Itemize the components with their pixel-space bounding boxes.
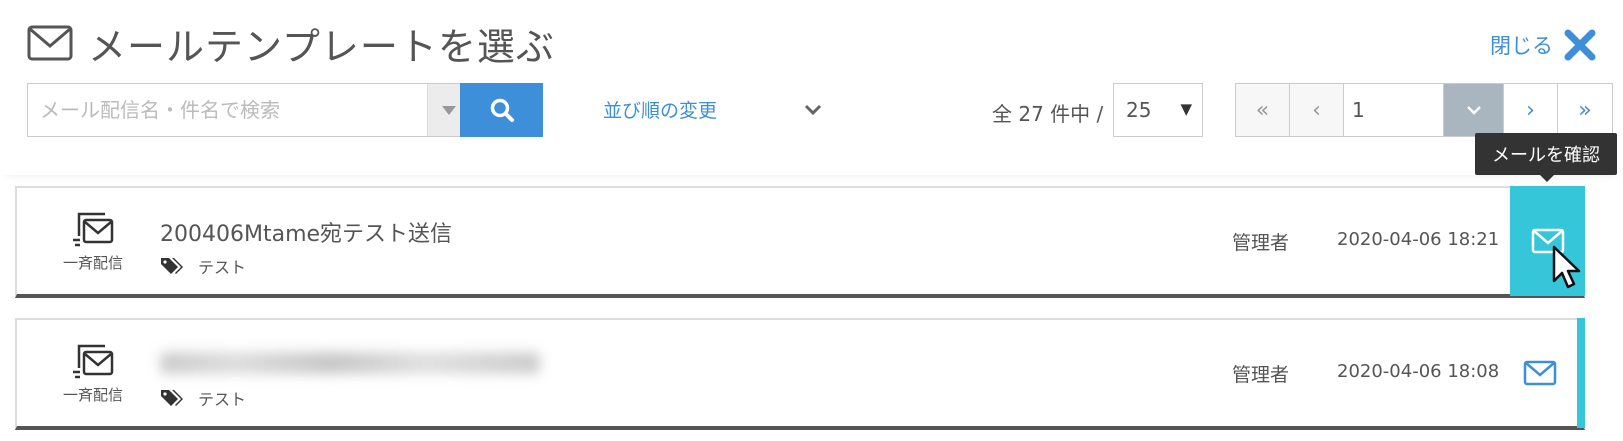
mail-stack-icon xyxy=(73,212,114,247)
tooltip-arrow xyxy=(1540,175,1554,182)
page-number-input[interactable]: 1 xyxy=(1344,84,1444,136)
search-input[interactable] xyxy=(28,84,427,136)
delivery-type: 一斉配信 xyxy=(53,210,133,273)
delivery-type-label: 一斉配信 xyxy=(62,386,123,404)
tag-label: テスト xyxy=(198,390,247,409)
per-page-select[interactable]: 25 ▼ xyxy=(1113,83,1203,137)
title-row: メールテンプレートを選ぶ xyxy=(26,18,555,69)
pagination: « ‹ 1 › » xyxy=(1235,83,1613,137)
caret-down-icon xyxy=(441,105,456,115)
tags-icon xyxy=(161,258,183,274)
close-button[interactable]: 閉じる xyxy=(1490,28,1597,62)
tags-icon xyxy=(161,390,183,406)
view-mail-button[interactable] xyxy=(1502,318,1577,428)
delivery-type-label: 一斉配信 xyxy=(62,254,123,272)
author: 管理者 xyxy=(1232,364,1290,386)
envelope-icon xyxy=(1523,360,1556,386)
tooltip: メールを確認 xyxy=(1475,133,1617,175)
tag-row: テスト xyxy=(160,386,246,410)
list-item[interactable]: 一斉配信 200406Mtame宛テスト送信 テスト 管理者 2020-04-0… xyxy=(15,186,1585,298)
last-page-button[interactable]: » xyxy=(1558,84,1612,136)
close-icon xyxy=(1564,29,1596,61)
close-label: 閉じる xyxy=(1490,34,1553,58)
author: 管理者 xyxy=(1232,232,1290,254)
accent-bar xyxy=(1577,318,1585,428)
date: 2020-04-06 18:08 xyxy=(1337,361,1500,382)
search-button[interactable] xyxy=(460,83,543,137)
dialog-header: メールテンプレートを選ぶ 閉じる 並び順の変更 全 27 件中 / xyxy=(0,0,1623,175)
mouse-cursor-icon xyxy=(1552,245,1581,289)
next-page-button[interactable]: › xyxy=(1504,84,1558,136)
search-box xyxy=(27,83,470,137)
tag-label: テスト xyxy=(198,258,247,277)
chevron-down-icon xyxy=(1466,106,1481,115)
chevron-down-icon[interactable] xyxy=(803,100,823,120)
date: 2020-04-06 18:21 xyxy=(1337,229,1500,250)
page-title: メールテンプレートを選ぶ xyxy=(88,24,555,69)
page-dropdown[interactable] xyxy=(1444,84,1504,136)
sort-link[interactable]: 並び順の変更 xyxy=(603,96,717,123)
tag-row: テスト xyxy=(160,254,246,278)
delivery-type: 一斉配信 xyxy=(53,342,133,405)
mail-template-dialog: メールテンプレートを選ぶ 閉じる 並び順の変更 全 27 件中 / xyxy=(0,0,1623,441)
per-page-value: 25 xyxy=(1126,98,1152,122)
first-page-button[interactable]: « xyxy=(1236,84,1290,136)
template-name-redacted xyxy=(160,352,540,374)
page-number: 1 xyxy=(1352,98,1365,122)
mail-stack-icon xyxy=(73,344,114,379)
caret-down-icon: ▼ xyxy=(1180,100,1192,118)
result-count: 全 27 件中 / xyxy=(992,102,1104,126)
search-icon xyxy=(490,98,514,122)
prev-page-button[interactable]: ‹ xyxy=(1290,84,1344,136)
envelope-icon xyxy=(27,25,73,61)
list-item[interactable]: 一斉配信 テスト 管理者 2020-04-06 18:08 xyxy=(15,318,1585,430)
template-name: 200406Mtame宛テスト送信 xyxy=(160,222,453,247)
